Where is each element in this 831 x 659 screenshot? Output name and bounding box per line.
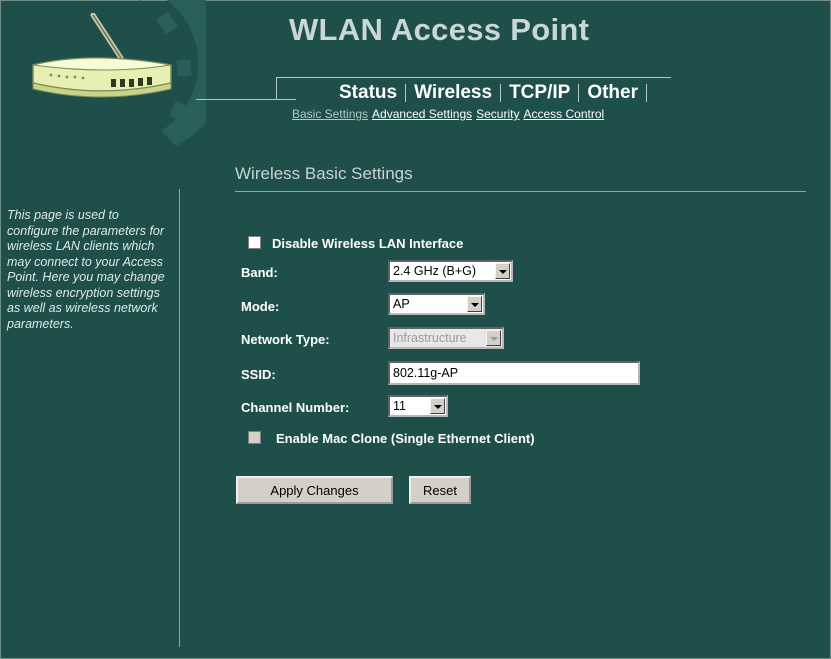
- band-value: 2.4 GHz (B+G): [393, 264, 477, 278]
- apply-changes-button[interactable]: Apply Changes: [236, 476, 393, 504]
- channel-select[interactable]: 11: [388, 395, 448, 417]
- menu-divider: [276, 77, 671, 78]
- title-divider: [235, 191, 806, 192]
- tab-status[interactable]: Status: [331, 82, 405, 104]
- disable-wlan-label: Disable Wireless LAN Interface: [272, 236, 464, 251]
- band-label: Band:: [241, 265, 278, 280]
- band-select[interactable]: 2.4 GHz (B+G): [388, 260, 513, 282]
- subnav: Basic Settings Advanced Settings Securit…: [292, 107, 608, 121]
- tab-other[interactable]: Other: [579, 82, 646, 104]
- app-frame: WLAN Access Point Status Wireless TCP/IP…: [0, 0, 831, 659]
- sidebar-divider: [179, 189, 180, 647]
- menu-divider: [276, 77, 277, 99]
- network-type-select[interactable]: Infrastructure: [388, 327, 504, 349]
- ssid-input[interactable]: 802.11g-AP: [388, 361, 640, 385]
- subnav-access-control[interactable]: Access Control: [523, 107, 604, 121]
- menu-divider: [196, 99, 296, 100]
- chevron-down-icon: [486, 330, 501, 346]
- network-type-value: Infrastructure: [393, 331, 467, 345]
- channel-label: Channel Number:: [241, 400, 350, 415]
- subnav-security[interactable]: Security: [476, 107, 519, 121]
- subnav-advanced-settings[interactable]: Advanced Settings: [372, 107, 472, 121]
- network-type-label: Network Type:: [241, 332, 330, 347]
- subnav-basic-settings[interactable]: Basic Settings: [292, 107, 368, 121]
- tab-separator: [646, 84, 647, 102]
- reset-button[interactable]: Reset: [409, 476, 471, 504]
- tab-wireless[interactable]: Wireless: [406, 82, 500, 104]
- chevron-down-icon: [467, 296, 482, 312]
- disable-wlan-checkbox[interactable]: [248, 236, 261, 249]
- main-tabs: Status Wireless TCP/IP Other: [331, 82, 647, 104]
- mac-clone-label: Enable Mac Clone (Single Ethernet Client…: [276, 431, 535, 446]
- mode-value: AP: [393, 297, 410, 311]
- mode-select[interactable]: AP: [388, 293, 485, 315]
- app-title: WLAN Access Point: [289, 12, 590, 47]
- chevron-down-icon: [495, 263, 510, 279]
- channel-value: 11: [393, 399, 406, 413]
- ssid-label: SSID:: [241, 367, 276, 382]
- page-title: Wireless Basic Settings: [235, 164, 413, 183]
- mode-label: Mode:: [241, 299, 280, 314]
- page-description: This page is used to configure the param…: [7, 208, 165, 331]
- chevron-down-icon: [430, 398, 445, 414]
- router-icon: [32, 13, 172, 98]
- tab-tcpip[interactable]: TCP/IP: [501, 82, 578, 104]
- mac-clone-checkbox[interactable]: [248, 431, 261, 444]
